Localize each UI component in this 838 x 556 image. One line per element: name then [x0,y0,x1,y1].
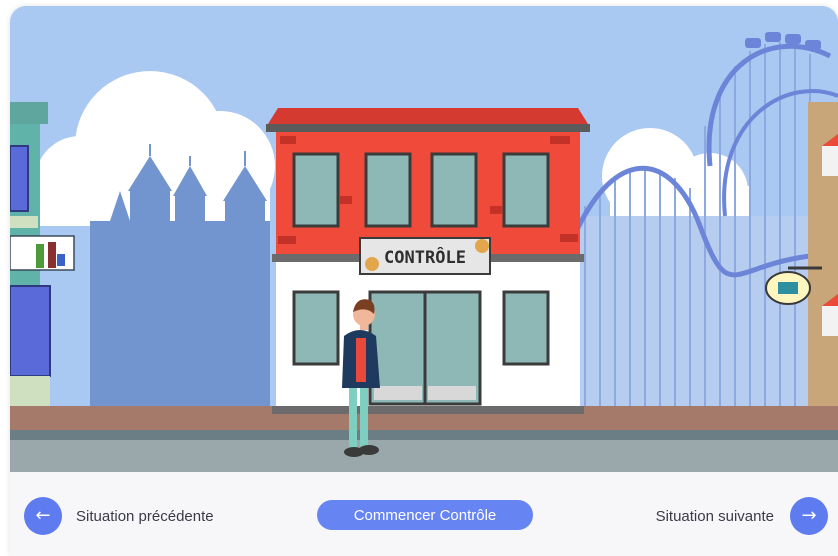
game-scene: CONTRÔLE [10,6,838,472]
start-control-button[interactable]: Commencer Contrôle [317,500,533,530]
arrow-right-icon: → [790,497,828,535]
game-frame: CONTRÔLE ← Situation précédente Commence… [10,6,838,556]
navigation-footer: ← Situation précédente Commencer Contrôl… [10,472,838,556]
control-sign-text: CONTRÔLE [384,246,466,268]
next-situation-button[interactable]: Situation suivante → [656,496,828,536]
arrow-left-icon: ← [24,497,62,535]
road [10,440,838,472]
previous-situation-button[interactable]: ← Situation précédente [24,496,214,536]
control-building: CONTRÔLE [266,108,590,414]
curb [10,430,838,440]
next-situation-label: Situation suivante [655,507,774,525]
street-scene-illustration: CONTRÔLE [10,6,838,472]
previous-situation-label: Situation précédente [76,507,214,525]
